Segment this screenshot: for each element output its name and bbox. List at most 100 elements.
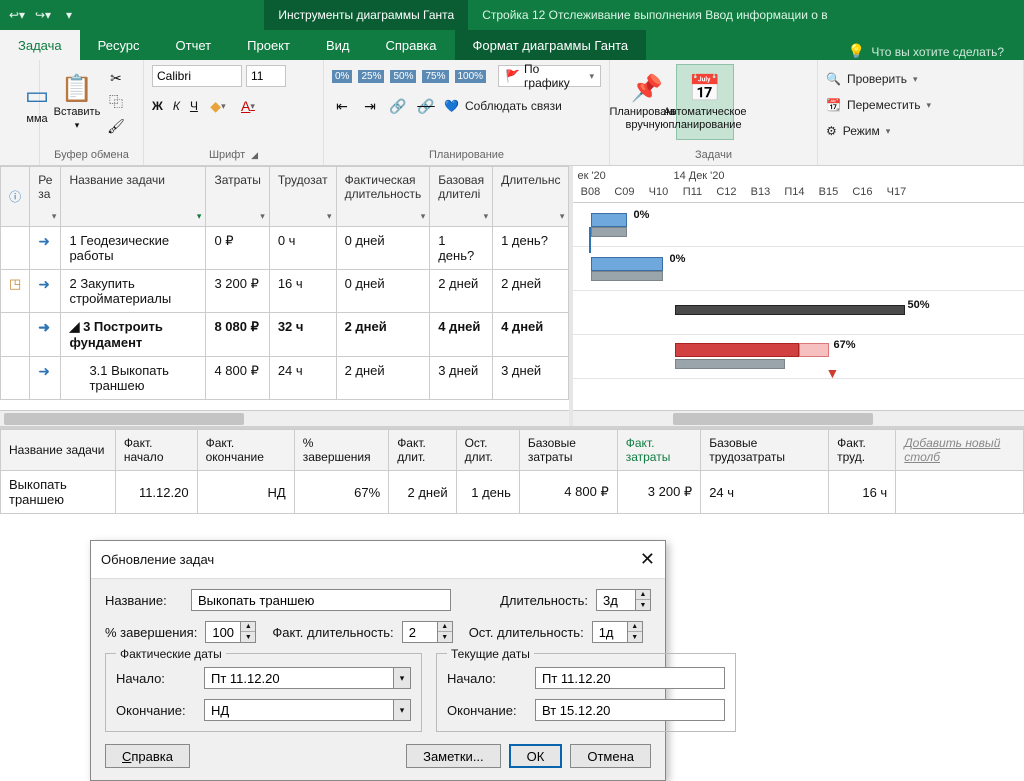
pct-complete-input[interactable] [205, 621, 241, 643]
contextual-tab-gantt-tools: Инструменты диаграммы Ганта [264, 0, 468, 30]
italic-button[interactable]: К [173, 99, 180, 113]
col-track-name[interactable]: Название задачи [1, 430, 116, 471]
duration-input[interactable] [596, 589, 636, 611]
cut-button[interactable]: ✂ [106, 68, 126, 88]
current-dates-group: Текущие даты Начало: Окончание: [436, 653, 736, 732]
task-table[interactable]: ⓘ Ре за▾ Название задачи▾ Затраты▾ Трудо… [0, 166, 569, 400]
col-work[interactable]: Трудозат▾ [269, 167, 336, 227]
col-mode[interactable]: Ре за▾ [30, 167, 61, 227]
pct0-button[interactable]: 0% [332, 70, 352, 83]
ribbon-tabs: Задача Ресурс Отчет Проект Вид Справка Ф… [0, 30, 1024, 60]
cur-finish-display [535, 699, 725, 721]
pct-spinner[interactable]: ▲▼ [241, 621, 256, 643]
cancel-button[interactable]: Отмена [570, 744, 651, 768]
name-input[interactable] [191, 589, 451, 611]
respect-links-button[interactable]: 💙 Соблюдать связи [444, 95, 562, 117]
grid-hscrollbar[interactable] [0, 410, 569, 426]
gantt-row[interactable]: 0% [573, 203, 1024, 247]
tab-gantt-format[interactable]: Формат диаграммы Ганта [455, 30, 647, 60]
tracking-table[interactable]: Название задачи Факт. начало Факт. оконч… [0, 429, 1024, 514]
pct75-button[interactable]: 75% [422, 70, 448, 83]
paste-button[interactable]: 📋Вставить▾ [48, 64, 106, 140]
task-row-summary[interactable]: ➜ ◢ 3 Построить фундамент 8 080 ₽32 ч2 д… [1, 313, 569, 357]
tab-report[interactable]: Отчет [158, 30, 230, 60]
task-grid-pane: ⓘ Ре за▾ Название задачи▾ Затраты▾ Трудо… [0, 166, 573, 426]
underline-button[interactable]: Ч [190, 99, 198, 113]
gantt-hscrollbar[interactable] [573, 410, 1024, 426]
auto-mode-icon: ➜ [38, 363, 50, 379]
gantt-timescale: ек '2014 Дек '20 В08С09Ч10П11С12В13П14В1… [573, 166, 1024, 203]
auto-schedule-button[interactable]: 📅Автоматическое планирование [676, 64, 734, 140]
col-add-new[interactable]: Добавить новый столб [896, 430, 1024, 471]
bold-button[interactable]: Ж [152, 99, 163, 113]
link-tasks-button[interactable]: 🔗 [388, 96, 408, 116]
tell-me-search[interactable]: 💡Что вы хотите сделать? [848, 43, 1024, 60]
act-start-input[interactable] [204, 667, 393, 689]
col-track-base-work[interactable]: Базовые трудозатраты [701, 430, 829, 471]
col-track-base-cost[interactable]: Базовые затраты [519, 430, 617, 471]
duration-spinner[interactable]: ▲▼ [636, 589, 651, 611]
rem-dur-spinner[interactable]: ▲▼ [628, 621, 643, 643]
act-finish-input[interactable] [204, 699, 393, 721]
auto-schedule-icon: 📅 [689, 73, 721, 104]
act-dur-input[interactable] [402, 621, 438, 643]
col-track-act-cost[interactable]: Факт. затраты [617, 430, 700, 471]
gantt-row[interactable]: 0% [573, 247, 1024, 291]
gantt-row[interactable]: 67% ▼ [573, 335, 1024, 379]
col-track-act-dur[interactable]: Факт. длит. [389, 430, 456, 471]
group-clipboard-label: Буфер обмена [48, 147, 135, 163]
tab-resource[interactable]: Ресурс [80, 30, 158, 60]
col-actual-duration[interactable]: Фактическая длительность▾ [336, 167, 430, 227]
pct100-button[interactable]: 100% [455, 70, 487, 83]
col-duration[interactable]: Длительнс▾ [493, 167, 569, 227]
qat-customize[interactable]: ▾ [58, 4, 80, 26]
task-row-selected[interactable]: ➜ 3.1 Выкопать траншею 4 800 ₽24 ч2 дней… [1, 357, 569, 400]
col-track-rem-dur[interactable]: Ост. длит. [456, 430, 519, 471]
tracking-row[interactable]: Выкопать траншею 11.12.20 НД 67% 2 дней … [1, 471, 1024, 514]
tab-view[interactable]: Вид [308, 30, 368, 60]
unlink-tasks-button[interactable]: 🔗 [416, 96, 436, 116]
inspect-button[interactable]: 🔍 Проверить [826, 68, 1015, 90]
group-schedule-label: Планирование [332, 147, 601, 163]
ok-button[interactable]: ОК [509, 744, 563, 768]
mark-on-track-button[interactable]: 🚩 По графику [498, 65, 601, 87]
tab-task[interactable]: Задача [0, 30, 80, 60]
task-row[interactable]: ◳➜ 2 Закупить стройматериалы 3 200 ₽16 ч… [1, 270, 569, 313]
font-color-button[interactable]: А [238, 96, 258, 116]
font-name-combo[interactable] [152, 65, 242, 87]
notes-button[interactable]: Заметки... [406, 744, 501, 768]
col-name[interactable]: Название задачи▾ [61, 167, 206, 227]
tab-help[interactable]: Справка [368, 30, 455, 60]
tab-project[interactable]: Проект [229, 30, 308, 60]
indent-button[interactable]: ⇥ [360, 96, 380, 116]
font-dialog-launcher[interactable]: ◢ [251, 150, 258, 161]
mode-button[interactable]: ⚙ Режим [826, 120, 1015, 142]
format-painter-button[interactable]: 🖌 [106, 116, 126, 136]
pct50-button[interactable]: 50% [390, 70, 416, 83]
act-finish-dropdown[interactable]: ▾ [393, 699, 411, 721]
col-track-pct[interactable]: % завершения [294, 430, 388, 471]
undo-button[interactable]: ↩▾ [6, 4, 28, 26]
rem-dur-input[interactable] [592, 621, 628, 643]
auto-mode-icon: ➜ [38, 233, 50, 249]
gantt-pane: ек '2014 Дек '20 В08С09Ч10П11С12В13П14В1… [573, 166, 1024, 426]
act-dur-spinner[interactable]: ▲▼ [438, 621, 453, 643]
col-baseline-duration[interactable]: Базовая длителі▾ [430, 167, 493, 227]
col-track-act-start[interactable]: Факт. начало [115, 430, 197, 471]
dialog-close-button[interactable]: ✕ [640, 549, 655, 570]
font-size-combo[interactable] [246, 65, 286, 87]
pct25-button[interactable]: 25% [358, 70, 384, 83]
copy-button[interactable]: ⿻ [106, 92, 126, 112]
gantt-row[interactable]: 50% [573, 291, 1024, 335]
task-row[interactable]: ➜ 1 Геодезические работы 0 ₽0 ч0 дней1 д… [1, 227, 569, 270]
outdent-button[interactable]: ⇤ [332, 96, 352, 116]
col-track-act-work[interactable]: Факт. труд. [829, 430, 896, 471]
fill-color-button[interactable]: ◆ [208, 96, 228, 116]
redo-button[interactable]: ↪▾ [32, 4, 54, 26]
col-info[interactable]: ⓘ [1, 167, 30, 227]
col-cost[interactable]: Затраты▾ [206, 167, 269, 227]
col-track-act-finish[interactable]: Факт. окончание [197, 430, 294, 471]
move-button[interactable]: 📆 Переместить [826, 94, 1015, 116]
help-button[interactable]: ССправкаправка [105, 744, 190, 768]
act-start-dropdown[interactable]: ▾ [393, 667, 411, 689]
